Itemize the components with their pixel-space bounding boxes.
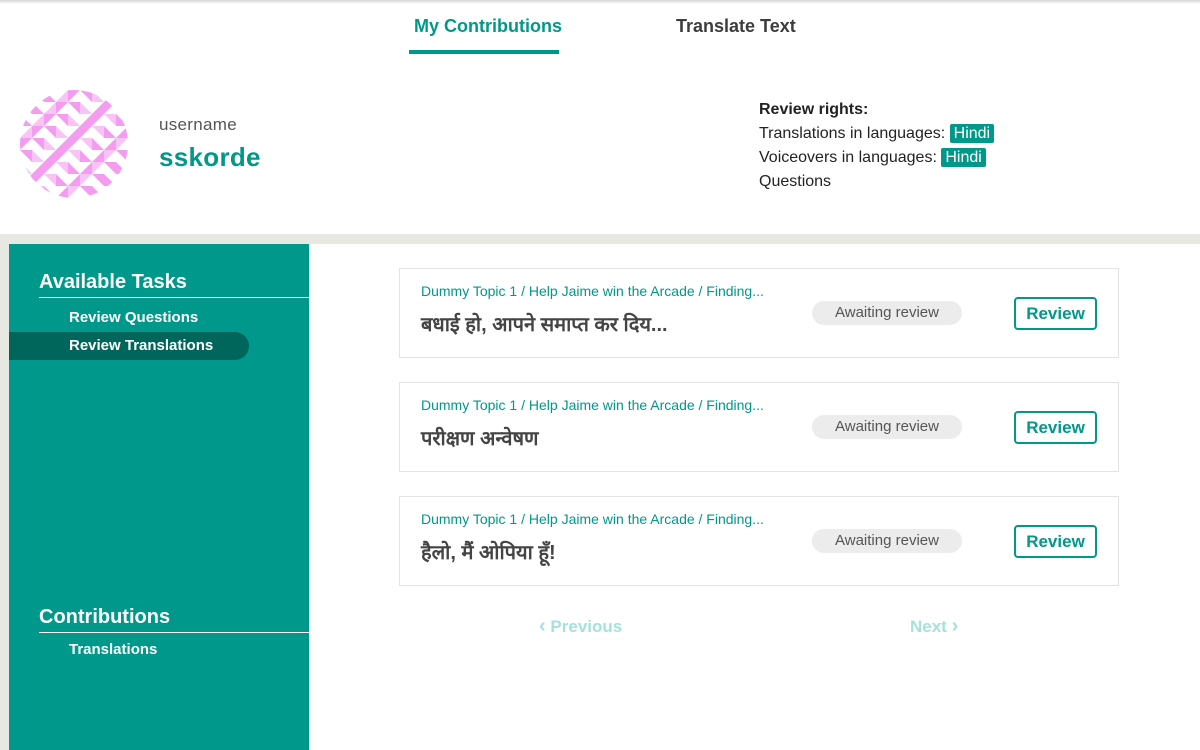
contributions-heading: Contributions: [39, 606, 171, 628]
available-tasks-divider: [39, 297, 309, 298]
voiceover-language-badge: Hindi: [941, 148, 986, 167]
chevron-right-icon: ›: [951, 615, 959, 637]
avatar: [20, 90, 128, 198]
translation-language-badge: Hindi: [949, 124, 995, 143]
status-badge: Awaiting review: [812, 301, 962, 325]
review-button[interactable]: Review: [1014, 525, 1097, 558]
review-button[interactable]: Review: [1014, 411, 1097, 444]
previous-page-button[interactable]: ‹ Previous: [539, 615, 622, 638]
username: sskorde: [159, 142, 261, 172]
task-text: बधाई हो, आपने समाप्त कर दिय...: [421, 314, 668, 336]
task-breadcrumb: Dummy Topic 1 / Help Jaime win the Arcad…: [421, 397, 764, 413]
review-rights-title: Review rights:: [759, 101, 869, 118]
tab-translate-text[interactable]: Translate Text: [676, 16, 796, 37]
previous-label: Previous: [550, 617, 623, 636]
sidebar-item-review-translations[interactable]: Review Translations: [9, 332, 249, 360]
next-page-button[interactable]: Next ›: [910, 615, 958, 638]
task-text: हैलो, मैं ओपिया हूँ!: [421, 542, 556, 564]
header-divider-band: [0, 234, 1200, 244]
question-rights-label: Questions: [759, 173, 832, 190]
top-tabs: My Contributions Translate Text: [0, 0, 1200, 56]
tab-my-contributions[interactable]: My Contributions: [414, 16, 562, 37]
status-badge: Awaiting review: [812, 415, 962, 439]
translation-rights-row: Translations in languages: Hindi: [759, 122, 995, 146]
review-rights: Review rights: Translations in languages…: [759, 98, 995, 194]
username-label: username: [159, 115, 237, 134]
next-label: Next: [910, 617, 947, 636]
sidebar: Available Tasks Review Questions Review …: [9, 244, 309, 750]
task-card: Dummy Topic 1 / Help Jaime win the Arcad…: [399, 382, 1119, 472]
translation-rights-label: Translations in languages:: [759, 125, 946, 142]
avatar-pattern-icon: [20, 90, 128, 198]
available-tasks-heading: Available Tasks: [39, 271, 187, 293]
chevron-left-icon: ‹: [539, 615, 546, 637]
profile-header: username sskorde Review rights: Translat…: [0, 56, 1200, 234]
sidebar-item-translations[interactable]: Translations: [9, 636, 249, 664]
review-button[interactable]: Review: [1014, 297, 1097, 330]
voiceover-rights-row: Voiceovers in languages: Hindi: [759, 146, 994, 170]
active-tab-underline: [409, 50, 559, 54]
voiceover-rights-label: Voiceovers in languages:: [759, 149, 937, 166]
sidebar-item-review-questions[interactable]: Review Questions: [9, 304, 249, 332]
contributions-divider: [39, 632, 309, 633]
task-card: Dummy Topic 1 / Help Jaime win the Arcad…: [399, 496, 1119, 586]
task-card: Dummy Topic 1 / Help Jaime win the Arcad…: [399, 268, 1119, 358]
status-badge: Awaiting review: [812, 529, 962, 553]
left-rail: [0, 244, 9, 750]
task-breadcrumb: Dummy Topic 1 / Help Jaime win the Arcad…: [421, 511, 764, 527]
task-text: परीक्षण अन्वेषण: [421, 428, 539, 450]
task-breadcrumb: Dummy Topic 1 / Help Jaime win the Arcad…: [421, 283, 764, 299]
